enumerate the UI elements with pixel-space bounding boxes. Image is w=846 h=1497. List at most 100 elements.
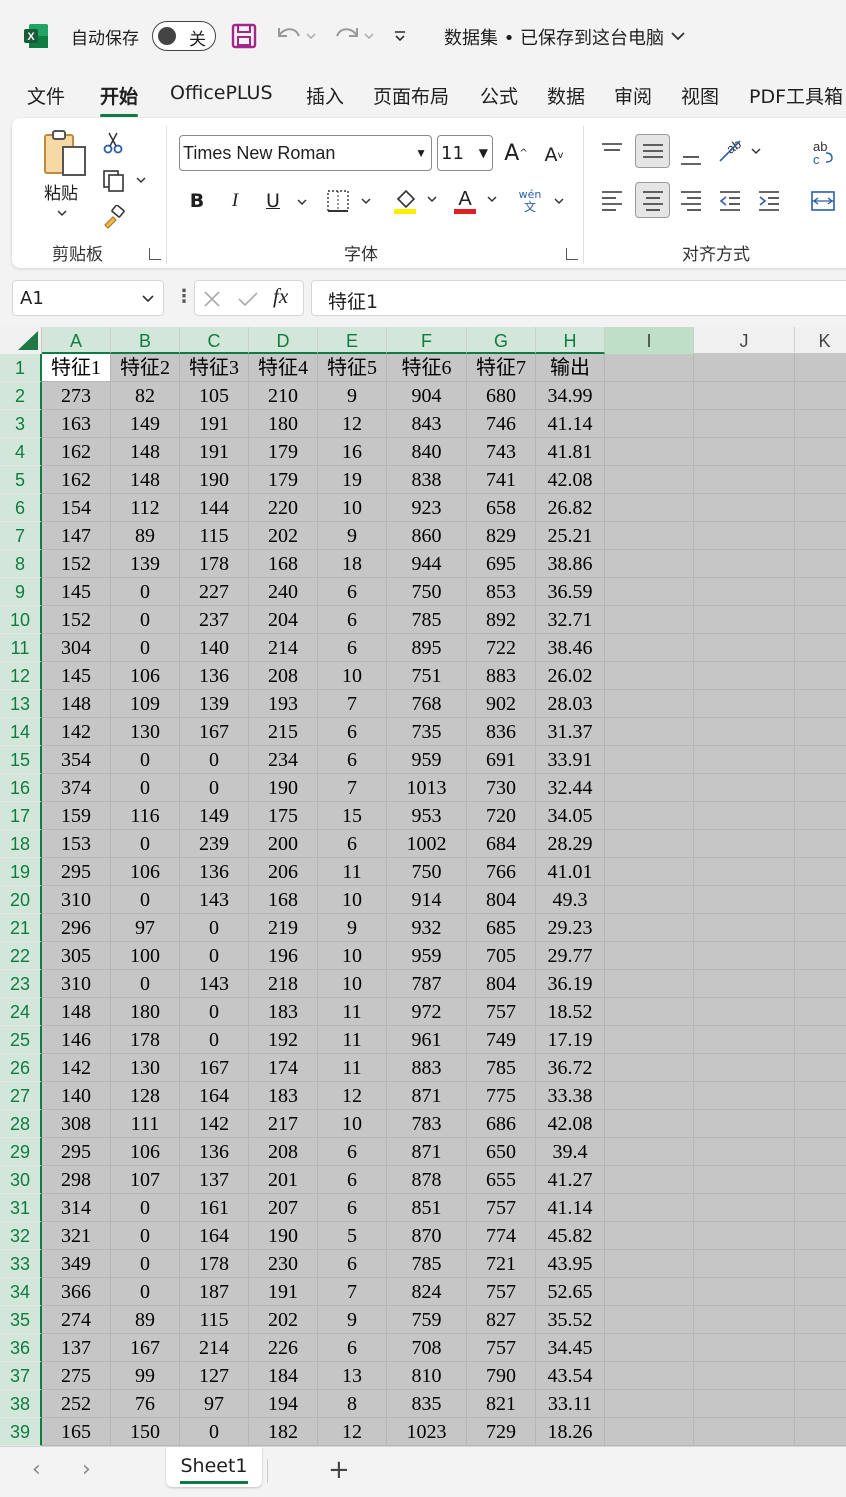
cell-d36[interactable]: 226 [249,1334,318,1362]
cell-c36[interactable]: 214 [180,1334,249,1362]
cell-k23[interactable] [795,970,846,998]
cell-i39[interactable] [605,1418,694,1446]
cell-f2[interactable]: 904 [387,382,467,410]
cell-f19[interactable]: 750 [387,858,467,886]
cell-j39[interactable] [694,1418,795,1446]
cell-d35[interactable]: 202 [249,1306,318,1334]
cell-b25[interactable]: 178 [111,1026,180,1054]
cell-f15[interactable]: 959 [387,746,467,774]
cell-i18[interactable] [605,830,694,858]
cell-e31[interactable]: 6 [318,1194,387,1222]
cell-h3[interactable]: 41.14 [536,410,605,438]
cell-e14[interactable]: 6 [318,718,387,746]
cell-j2[interactable] [694,382,795,410]
cell-c8[interactable]: 178 [180,550,249,578]
cell-g5[interactable]: 741 [467,466,536,494]
cell-h13[interactable]: 28.03 [536,690,605,718]
cell-d15[interactable]: 234 [249,746,318,774]
cell-b23[interactable]: 0 [111,970,180,998]
align-middle-icon[interactable] [635,134,670,168]
row-header[interactable]: 24 [0,998,42,1026]
cell-e17[interactable]: 15 [318,802,387,830]
cell-c29[interactable]: 136 [180,1138,249,1166]
cell-f28[interactable]: 783 [387,1110,467,1138]
row-header[interactable]: 20 [0,886,42,914]
cell-j20[interactable] [694,886,795,914]
cell-j26[interactable] [694,1054,795,1082]
cell-b33[interactable]: 0 [111,1250,180,1278]
cell-k16[interactable] [795,774,846,802]
cell-b1[interactable]: 特征2 [111,354,180,382]
cell-e4[interactable]: 16 [318,438,387,466]
cell-h27[interactable]: 33.38 [536,1082,605,1110]
row-header[interactable]: 13 [0,690,42,718]
cell-d6[interactable]: 220 [249,494,318,522]
cell-k25[interactable] [795,1026,846,1054]
cell-f14[interactable]: 735 [387,718,467,746]
cell-i33[interactable] [605,1250,694,1278]
cell-k32[interactable] [795,1222,846,1250]
cell-h23[interactable]: 36.19 [536,970,605,998]
fill-color-icon[interactable] [392,184,442,216]
cell-h7[interactable]: 25.21 [536,522,605,550]
cell-f24[interactable]: 972 [387,998,467,1026]
cell-k36[interactable] [795,1334,846,1362]
row-header[interactable]: 18 [0,830,42,858]
cell-i8[interactable] [605,550,694,578]
cell-i10[interactable] [605,606,694,634]
column-header-i[interactable]: I [605,327,694,354]
cell-b37[interactable]: 99 [111,1362,180,1390]
row-header[interactable]: 9 [0,578,42,606]
cell-j23[interactable] [694,970,795,998]
cell-e21[interactable]: 9 [318,914,387,942]
row-header[interactable]: 38 [0,1390,42,1418]
row-header[interactable]: 15 [0,746,42,774]
cell-c31[interactable]: 161 [180,1194,249,1222]
cell-e18[interactable]: 6 [318,830,387,858]
cell-k4[interactable] [795,438,846,466]
cell-a4[interactable]: 162 [42,438,111,466]
cell-f6[interactable]: 923 [387,494,467,522]
cell-c7[interactable]: 115 [180,522,249,550]
insert-function-icon[interactable]: fx [273,284,288,309]
cell-i37[interactable] [605,1362,694,1390]
column-header-f[interactable]: F [387,327,467,354]
cell-g28[interactable]: 686 [467,1110,536,1138]
cell-a32[interactable]: 321 [42,1222,111,1250]
cell-i5[interactable] [605,466,694,494]
cell-h9[interactable]: 36.59 [536,578,605,606]
cell-i4[interactable] [605,438,694,466]
cell-d22[interactable]: 196 [249,942,318,970]
cell-d3[interactable]: 180 [249,410,318,438]
cell-e11[interactable]: 6 [318,634,387,662]
cell-d1[interactable]: 特征4 [249,354,318,382]
cell-a26[interactable]: 142 [42,1054,111,1082]
autosave-toggle[interactable]: 关 [152,21,216,51]
cell-f23[interactable]: 787 [387,970,467,998]
cell-j24[interactable] [694,998,795,1026]
redo-icon[interactable] [330,20,378,52]
cell-i7[interactable] [605,522,694,550]
row-header[interactable]: 36 [0,1334,42,1362]
cell-f7[interactable]: 860 [387,522,467,550]
cell-f39[interactable]: 1023 [387,1418,467,1446]
row-header[interactable]: 1 [0,354,42,382]
cell-d11[interactable]: 214 [249,634,318,662]
cell-h1[interactable]: 输出 [536,354,605,382]
cell-i2[interactable] [605,382,694,410]
merge-center-icon[interactable] [808,186,838,216]
cell-h28[interactable]: 42.08 [536,1110,605,1138]
cell-c20[interactable]: 143 [180,886,249,914]
cell-d10[interactable]: 204 [249,606,318,634]
cell-g18[interactable]: 684 [467,830,536,858]
row-header[interactable]: 35 [0,1306,42,1334]
cell-a36[interactable]: 137 [42,1334,111,1362]
cell-a7[interactable]: 147 [42,522,111,550]
cell-e8[interactable]: 18 [318,550,387,578]
cell-f12[interactable]: 751 [387,662,467,690]
cell-f29[interactable]: 871 [387,1138,467,1166]
cell-i35[interactable] [605,1306,694,1334]
cell-g20[interactable]: 804 [467,886,536,914]
cell-i13[interactable] [605,690,694,718]
cell-k38[interactable] [795,1390,846,1418]
